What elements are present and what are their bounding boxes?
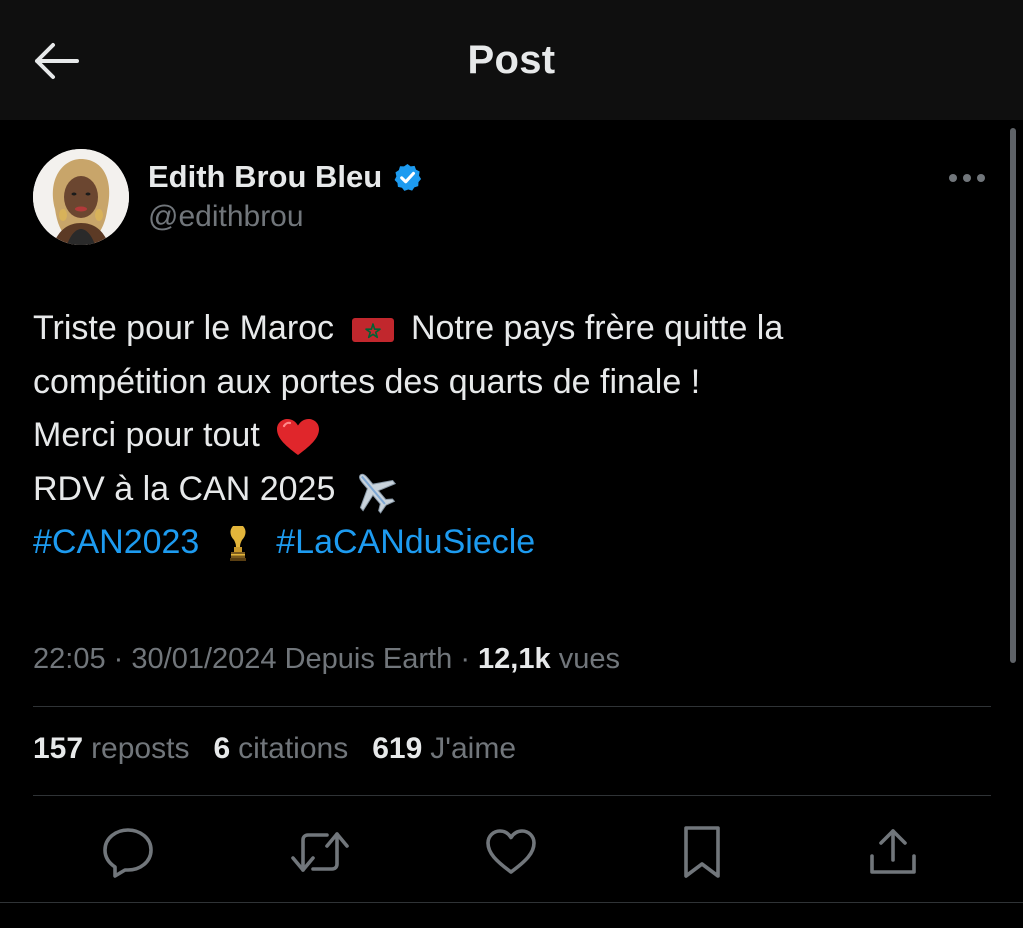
red-heart-icon [277, 419, 320, 456]
tweet-line-5: #CAN2023 #LaCANduSiecle [33, 516, 973, 570]
reposts-stat[interactable]: 157 reposts [33, 732, 189, 766]
reposts-count: 157 [33, 732, 84, 765]
author-name[interactable]: Edith Brou Bleu [148, 159, 423, 195]
action-bar [0, 820, 1023, 884]
reply-icon [103, 828, 153, 878]
more-horizontal-icon [949, 174, 985, 182]
airplane-icon [358, 473, 396, 514]
bookmark-icon [684, 826, 720, 878]
likes-stat[interactable]: 619 J'aime [372, 732, 516, 766]
repost-icon [291, 832, 349, 872]
tweet-line-3: Merci pour tout ❤️ [33, 409, 973, 463]
likes-count: 619 [372, 732, 423, 765]
tweet-date[interactable]: 30/01/2024 [131, 643, 276, 675]
tweet-text-part: Triste pour le Maroc [33, 309, 335, 347]
page-title: Post [467, 38, 556, 82]
reply-button[interactable] [96, 820, 160, 884]
bottom-divider [0, 902, 1023, 903]
hashtag-lacandusiecle[interactable]: #LaCANduSiecle [276, 523, 535, 561]
quotes-count: 6 [213, 732, 231, 765]
top-bar: Post [0, 0, 1023, 120]
views-count: 12,1k [478, 643, 551, 675]
share-icon [870, 829, 916, 874]
tweet-line-1: Triste pour le Maroc Notre pays frère qu… [33, 302, 973, 356]
author-name-text: Edith Brou Bleu [148, 159, 383, 194]
quotes-stat[interactable]: 6 citations [213, 732, 348, 766]
engagement-stats: 157 reposts 6 citations 619 J'aime [33, 732, 516, 766]
verified-badge-icon [394, 163, 422, 191]
repost-button[interactable] [288, 820, 352, 884]
tweet-text-part: Merci pour tout [33, 416, 260, 454]
quotes-label: citations [238, 732, 349, 765]
meta-separator: · [460, 643, 470, 675]
divider [33, 706, 991, 707]
scrollbar[interactable] [1010, 128, 1016, 663]
tweet-meta: 22:05 · 30/01/2024 Depuis Earth · 12,1k … [33, 643, 620, 676]
trophy-icon [229, 526, 246, 562]
views-label: vues [558, 643, 620, 675]
like-button[interactable] [479, 820, 543, 884]
tweet-text-part: Notre pays frère quitte la [410, 309, 784, 347]
reposts-label: reposts [91, 732, 190, 765]
tweet-text: Triste pour le Maroc Notre pays frère qu… [33, 302, 973, 570]
tweet-time[interactable]: 22:05 [33, 643, 106, 675]
meta-separator: · [113, 643, 124, 675]
more-options-button[interactable] [940, 160, 994, 196]
author-handle[interactable]: @edithbrou [148, 200, 304, 234]
like-icon [486, 829, 536, 874]
tweet-text-part: RDV à la CAN 2025 [33, 469, 336, 508]
tweet-source: Depuis Earth [284, 643, 453, 675]
share-button[interactable] [861, 820, 925, 884]
tweet-line-2: compétition aux portes des quarts de fin… [33, 362, 701, 401]
tweet-line-4: RDV à la CAN 2025 ✈️ [33, 463, 973, 517]
morocco-flag-icon [351, 318, 394, 343]
hashtag-can2023[interactable]: #CAN2023 [33, 523, 199, 561]
likes-label: J'aime [430, 732, 517, 765]
divider [33, 795, 991, 796]
avatar-image [33, 149, 129, 245]
avatar[interactable] [33, 149, 129, 245]
bookmark-button[interactable] [670, 820, 734, 884]
